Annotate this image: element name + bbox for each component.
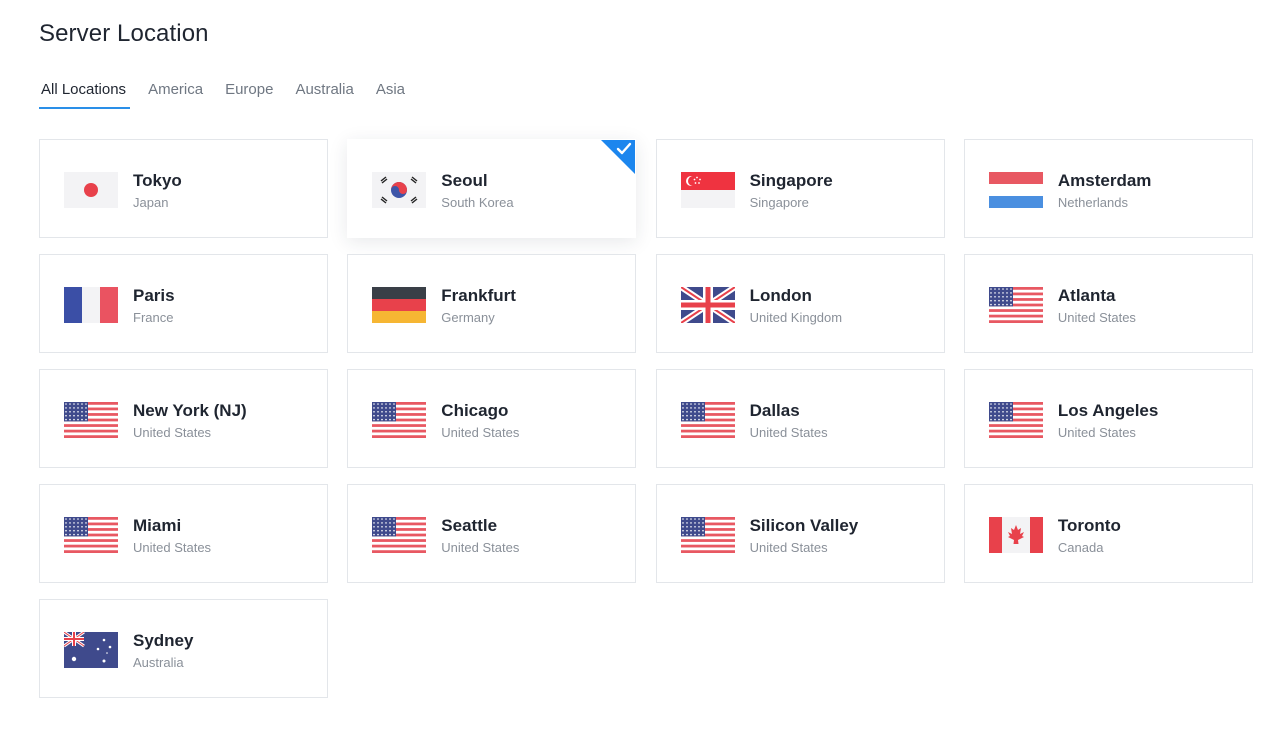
location-country: Australia (133, 655, 184, 670)
location-country: United States (441, 540, 520, 555)
location-grid: Tokyo Japan Seoul South Korea Singapore Singa… (39, 139, 1253, 698)
location-city: Los Angeles (1057, 401, 1159, 420)
uk-flag-icon (680, 287, 735, 323)
location-card-toronto[interactable]: Toronto Canada (963, 484, 1253, 583)
location-city: Atlanta (1057, 286, 1116, 305)
location-country: Germany (441, 310, 495, 325)
singapore-flag-icon (680, 172, 735, 208)
location-city: Paris (133, 286, 175, 305)
location-city: London (749, 286, 812, 305)
australia-flag-icon (64, 632, 118, 668)
location-card-amsterdam[interactable]: Amsterdam Netherlands (963, 139, 1253, 238)
location-city: Miami (133, 516, 182, 535)
location-card-paris[interactable]: Paris France (39, 254, 328, 353)
location-card-atlanta[interactable]: Atlanta United States (963, 254, 1253, 353)
location-card-chicago[interactable]: Chicago United States (347, 369, 637, 468)
tab-all-locations[interactable]: All Locations (39, 79, 131, 109)
location-country: United Kingdom (749, 310, 843, 325)
location-country: United States (1057, 425, 1136, 440)
location-country: United States (1057, 310, 1136, 325)
south-korea-flag-icon (372, 172, 427, 208)
location-card-new-york-nj[interactable]: New York (NJ) United States (39, 369, 328, 468)
region-tabs: All Locations America Europe Australia A… (39, 79, 425, 109)
location-card-miami[interactable]: Miami United States (39, 484, 328, 583)
location-country: United States (749, 540, 828, 555)
france-flag-icon (64, 287, 118, 323)
location-card-frankfurt[interactable]: Frankfurt Germany (347, 254, 637, 353)
us-flag-icon (372, 517, 427, 553)
us-flag-icon (372, 402, 427, 438)
location-city: Singapore (749, 171, 833, 190)
server-location-page: Server Location All Locations America Eu… (0, 0, 1279, 736)
location-country: Canada (1057, 540, 1104, 555)
japan-flag-icon (64, 172, 118, 208)
tab-europe[interactable]: Europe (223, 79, 275, 109)
page-title: Server Location (39, 20, 209, 47)
location-city: Frankfurt (441, 286, 516, 305)
us-flag-icon (680, 517, 735, 553)
location-country: United States (749, 425, 828, 440)
location-city: Tokyo (133, 171, 182, 190)
location-city: Dallas (749, 401, 800, 420)
location-city: Silicon Valley (749, 516, 859, 535)
location-city: Sydney (133, 631, 194, 650)
netherlands-flag-icon (988, 172, 1043, 208)
location-country: Singapore (749, 195, 809, 210)
location-city: Seoul (441, 171, 488, 190)
location-card-seattle[interactable]: Seattle United States (347, 484, 637, 583)
germany-flag-icon (372, 287, 427, 323)
location-city: Toronto (1057, 516, 1121, 535)
us-flag-icon (988, 402, 1043, 438)
location-card-sydney[interactable]: Sydney Australia (39, 599, 328, 698)
canada-flag-icon (988, 517, 1043, 553)
location-country: Netherlands (1057, 195, 1128, 210)
location-country: Japan (133, 195, 169, 210)
location-city: Seattle (441, 516, 498, 535)
location-card-tokyo[interactable]: Tokyo Japan (39, 139, 328, 238)
us-flag-icon (64, 517, 118, 553)
us-flag-icon (988, 287, 1043, 323)
location-card-silicon-valley[interactable]: Silicon Valley United States (655, 484, 945, 583)
location-country: France (133, 310, 174, 325)
location-card-london[interactable]: London United Kingdom (655, 254, 945, 353)
location-city: Chicago (441, 401, 509, 420)
us-flag-icon (680, 402, 735, 438)
location-card-los-angeles[interactable]: Los Angeles United States (963, 369, 1253, 468)
location-card-seoul[interactable]: Seoul South Korea (347, 139, 637, 238)
location-country: United States (133, 425, 212, 440)
location-card-singapore[interactable]: Singapore Singapore (655, 139, 945, 238)
location-city: Amsterdam (1057, 171, 1152, 190)
location-card-dallas[interactable]: Dallas United States (655, 369, 945, 468)
location-country: United States (133, 540, 212, 555)
location-country: South Korea (441, 195, 514, 210)
location-city: New York (NJ) (133, 401, 247, 420)
tab-america[interactable]: America (146, 79, 205, 109)
us-flag-icon (64, 402, 118, 438)
tab-australia[interactable]: Australia (293, 79, 355, 109)
selected-check-icon (601, 140, 636, 174)
tab-asia[interactable]: Asia (374, 79, 407, 109)
location-country: United States (441, 425, 520, 440)
